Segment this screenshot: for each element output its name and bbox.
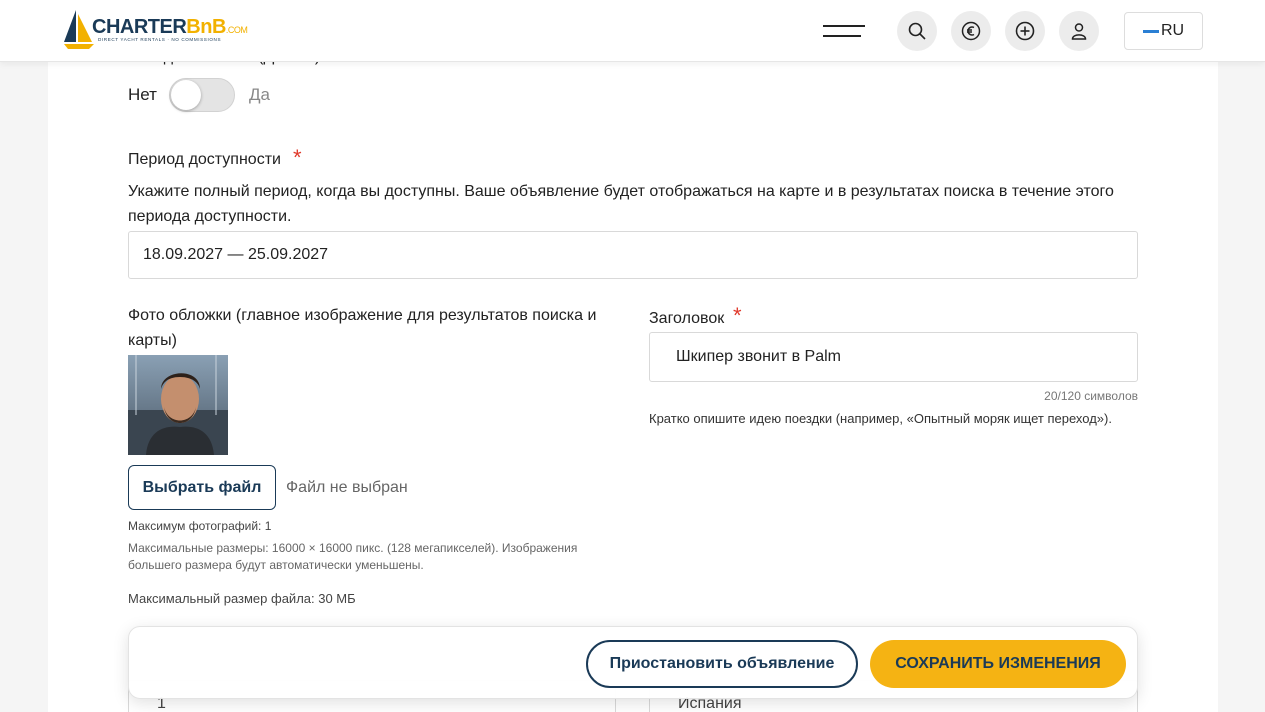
flag-icon <box>1142 29 1159 33</box>
currency-button[interactable] <box>951 11 991 51</box>
pause-listing-button[interactable]: Приостановить объявление <box>586 640 858 688</box>
max-photos-note: Максимум фотографий: 1 <box>128 519 272 533</box>
search-icon <box>908 22 926 40</box>
listing-form: Мои даты гибкие (Да/Нет) Нет Да Период д… <box>48 48 1218 712</box>
availability-description: Укажите полный период, когда вы доступны… <box>128 183 1114 225</box>
portrait-image <box>128 355 228 455</box>
sailboat-logo-icon <box>64 10 94 49</box>
language-label: RU <box>1160 22 1185 39</box>
flexible-dates-toggle-row: Нет Да <box>128 78 270 112</box>
availability-required-mark: * <box>293 145 302 170</box>
title-char-counter: 20/120 символов <box>1044 389 1138 403</box>
menu-hamburger-icon[interactable] <box>823 23 865 39</box>
user-icon <box>1071 23 1087 40</box>
plus-circle-icon <box>1015 21 1035 41</box>
logo-accent: BnB <box>186 16 226 38</box>
max-dimensions-note: Максимальные размеры: 16000 × 16000 пикс… <box>128 541 578 572</box>
add-listing-button[interactable] <box>1005 11 1045 51</box>
logo-tagline: DIRECT YACHT RENTALS · NO COMMISSIONS <box>98 37 222 42</box>
sticky-action-bar: Приостановить объявление СОХРАНИТЬ ИЗМЕН… <box>128 626 1138 699</box>
title-required-mark: * <box>733 303 742 328</box>
file-status: Файл не выбран <box>286 479 408 496</box>
max-file-size-note: Максимальный размер файла: 30 МБ <box>128 591 356 606</box>
cover-photo-preview <box>128 355 228 455</box>
title-input[interactable]: Шкипер звонит в Palm <box>649 332 1138 382</box>
site-header: CHARTERBnB.COM DIRECT YACHT RENTALS · NO… <box>0 0 1265 62</box>
euro-icon <box>961 21 981 41</box>
cover-photo-label: Фото обложки (главное изображение для ре… <box>128 307 597 349</box>
logo-main: CHARTER <box>92 16 187 38</box>
logo-suffix: .COM <box>225 25 248 35</box>
availability-date-input[interactable]: 18.09.2027 — 25.09.2027 <box>128 231 1138 279</box>
toggle-no-label: Нет <box>128 85 157 104</box>
title-label: Заголовок <box>649 310 725 327</box>
title-hint: Кратко опишите идею поездки (например, «… <box>649 411 1112 426</box>
save-changes-button[interactable]: СОХРАНИТЬ ИЗМЕНЕНИЯ <box>870 640 1126 688</box>
availability-label: Период доступности <box>128 151 281 168</box>
title-value: Шкипер звонит в Palm <box>676 348 842 365</box>
logo[interactable]: CHARTERBnB.COM DIRECT YACHT RENTALS · NO… <box>62 8 252 50</box>
availability-date-value: 18.09.2027 — 25.09.2027 <box>143 246 329 263</box>
search-button[interactable] <box>897 11 937 51</box>
account-button[interactable] <box>1059 11 1099 51</box>
flexible-dates-switch[interactable] <box>168 78 235 112</box>
choose-file-button[interactable]: Выбрать файл <box>128 465 276 510</box>
language-selector[interactable]: RU <box>1124 12 1203 50</box>
switch-knob <box>170 80 201 110</box>
toggle-yes-label: Да <box>248 85 270 104</box>
